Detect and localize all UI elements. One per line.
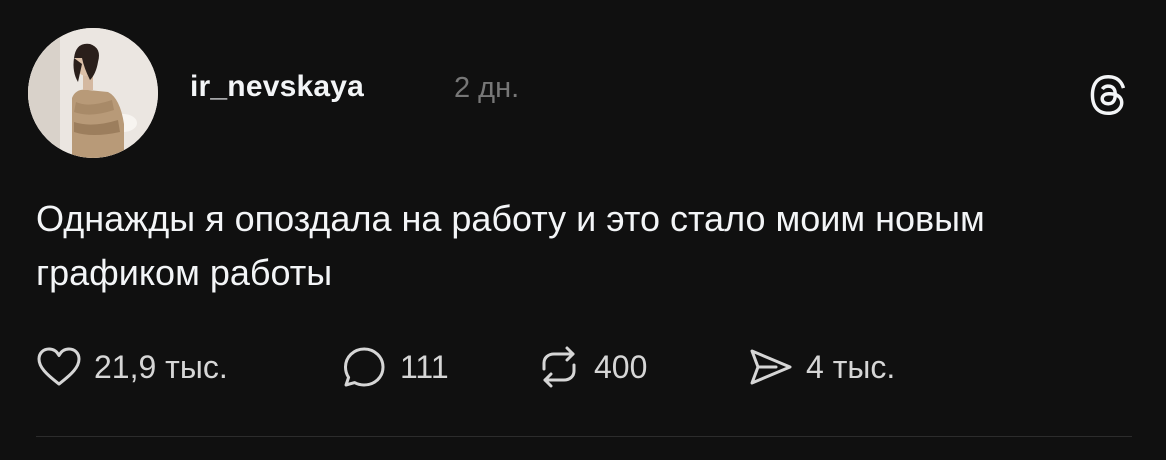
repost-icon [542,346,576,388]
username[interactable]: ir_nevskaya [190,70,364,104]
share-button[interactable]: 4 тыс. [748,344,895,390]
avatar-photo [28,28,158,158]
share-count: 4 тыс. [806,348,896,385]
heart-icon [37,347,81,386]
threads-logo-icon[interactable] [1088,74,1128,116]
send-icon [750,349,792,385]
comment-count: 111 [400,348,449,385]
avatar[interactable] [28,28,158,158]
timestamp[interactable]: 2 дн. [454,72,519,105]
comment-icon [344,347,385,387]
divider [36,436,1132,437]
repost-button[interactable]: 400 [536,344,647,390]
like-button[interactable]: 21,9 тыс. [36,344,228,390]
repost-count: 400 [594,348,648,385]
like-count: 21,9 тыс. [94,348,228,385]
comment-button[interactable]: 111 [342,344,449,390]
threads-post: ir_nevskaya 2 дн. Однажды я опоздала на … [0,0,1166,460]
post-text: Однажды я опоздала на работу и это стало… [36,198,985,293]
